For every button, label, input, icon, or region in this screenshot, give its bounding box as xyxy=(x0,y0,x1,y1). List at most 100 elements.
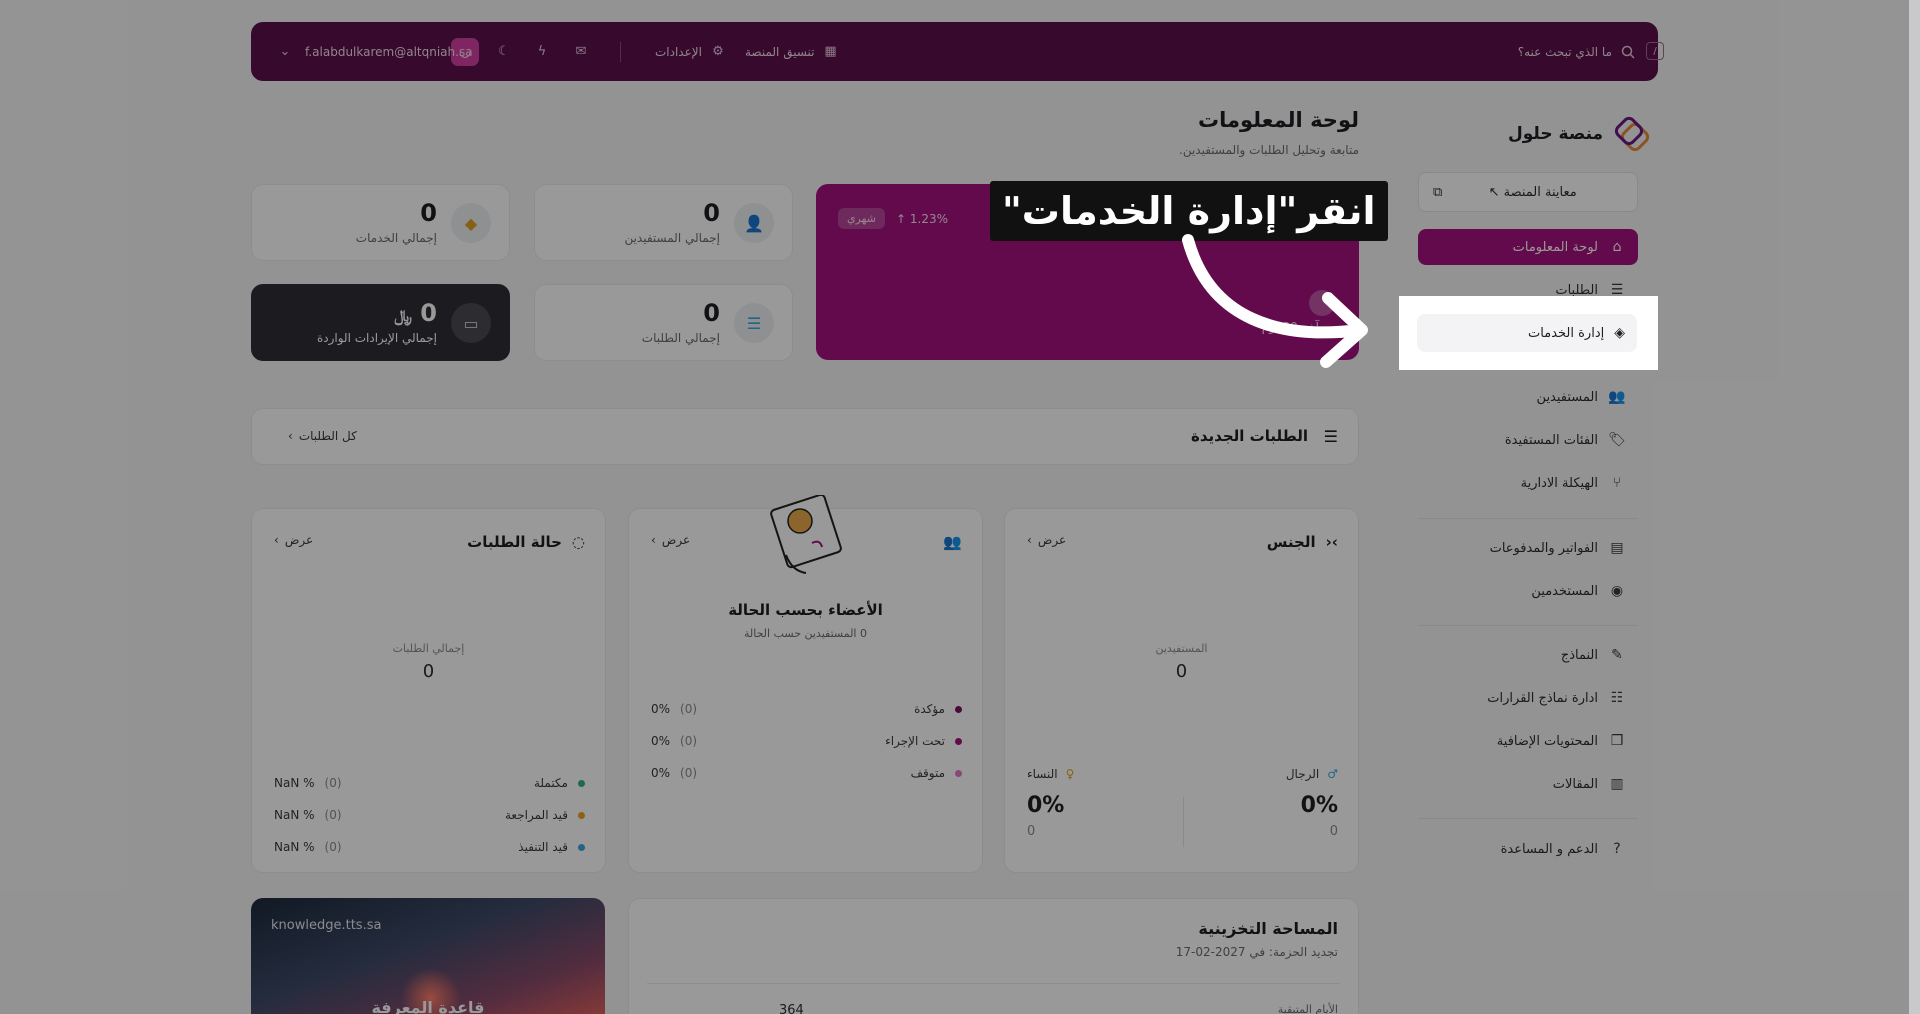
chevron-left-icon: › xyxy=(288,429,293,443)
empty-state-illustration xyxy=(770,495,842,574)
user-circle-icon: ◉ xyxy=(1610,583,1624,599)
legend-percent: NaN % xyxy=(274,776,315,790)
legend-count: (0) xyxy=(324,776,342,790)
view-button[interactable]: عرض › xyxy=(274,533,313,547)
sidebar-item-invoices[interactable]: ▤ الفواتير والمدفوعات xyxy=(1418,530,1638,566)
preview-platform-button[interactable]: معاينة المنصة ↖ ⧉ xyxy=(1418,172,1638,212)
highlight-box: ◈ إدارة الخدمات xyxy=(1399,296,1658,370)
storage-card: المساحة التخزينية تجديد الحزمة: في 2027-… xyxy=(628,898,1359,1014)
legend-label: تحت الإجراء xyxy=(885,734,945,748)
members-subtitle: 0 المستفيدين حسب الحالة xyxy=(743,627,867,640)
sidebar-item-label: الفئات المستفيدة xyxy=(1504,432,1598,448)
brand-logo-icon xyxy=(1612,114,1653,154)
dark-mode-button[interactable]: ☾ xyxy=(496,22,512,81)
sidebar-item-beneficiaries[interactable]: 👥 المستفيدين xyxy=(1418,379,1638,415)
inbox-button[interactable]: ✉ xyxy=(573,22,589,81)
sidebar-item-label: الفواتير والمدفوعات xyxy=(1489,540,1598,556)
user-email[interactable]: f.alabdulkarem@altqniah.sa xyxy=(305,22,473,81)
moon-icon: ☾ xyxy=(498,44,510,59)
sidebar-item-label: المقالات xyxy=(1552,776,1598,792)
gear-icon: ⚙ xyxy=(712,44,724,59)
legend-label: مكتملة xyxy=(533,776,568,790)
legend-count: (0) xyxy=(324,808,342,822)
sidebar-item-label: الهيكلة الادارية xyxy=(1520,475,1598,491)
users-icon: 👥 xyxy=(1608,389,1626,405)
stat-label: إجمالي الطلبات xyxy=(641,331,720,345)
legend-row: تحت الإجراء (0) 0% xyxy=(651,731,962,751)
page-title: لوحة المعلومات xyxy=(1198,108,1359,132)
stat-label: إجمالي المستفيدين xyxy=(624,231,720,245)
gender-title: الجنس xyxy=(1266,533,1316,551)
chevron-down-icon[interactable]: ⌄ xyxy=(277,22,293,81)
sidebar-item-label: لوحة المعلومات xyxy=(1512,239,1598,255)
sidebar-item-articles[interactable]: ▥ المقالات xyxy=(1418,766,1638,802)
gender-caption: المستفيدين xyxy=(1155,642,1208,655)
legend-row: مؤكدة (0) 0% xyxy=(651,699,962,719)
gender-split: ♂ الرجال 0% 0 ♀ النساء 0% 0 xyxy=(1027,767,1338,857)
search-box[interactable]: ما الذي تبحث عنه؟ xyxy=(1518,22,1636,81)
male-icon: ♂ xyxy=(1327,767,1338,781)
stat-beneficiaries: 👤 0 إجمالي المستفيدين xyxy=(534,184,793,261)
stat-revenue: ▭ 0 ﷼ إجمالي الإيرادات الواردة xyxy=(251,284,510,361)
sidebar-item-forms[interactable]: ✎ النماذج xyxy=(1418,637,1638,673)
legend-count: (0) xyxy=(680,766,698,780)
knowledge-base-card[interactable]: knowledge.tts.sa قاعدة المعرفة xyxy=(251,898,605,1014)
all-requests-link[interactable]: كل الطلبات › xyxy=(288,429,357,443)
legend-count: (0) xyxy=(680,702,698,716)
women-percent: 0% xyxy=(1027,793,1065,818)
sidebar-item-dashboard[interactable]: ⌂ لوحة المعلومات xyxy=(1418,229,1638,265)
lightning-button[interactable]: ϟ xyxy=(534,22,550,81)
members-title: الأعضاء بحسب الحالة xyxy=(728,601,883,619)
list-icon: ☷ xyxy=(1610,690,1624,706)
sidebar-item-users[interactable]: ◉ المستخدمين xyxy=(1418,573,1638,609)
sidebar-item-decision-templates[interactable]: ☷ ادارة نماذج القرارات xyxy=(1418,680,1638,716)
platform-format-label: تنسيق المنصة xyxy=(745,44,815,59)
search-icon xyxy=(1620,44,1636,60)
request-status-total: 0 xyxy=(422,661,435,682)
sidebar-item-extra-content[interactable]: ❒ المحتويات الإضافية xyxy=(1418,723,1638,759)
gender-panel: ›‹ الجنس عرض › المستفيدين 0 ♂ الرجال 0% 0 … xyxy=(1004,508,1359,873)
article-icon: ▥ xyxy=(1610,776,1624,792)
sidebar-item-help[interactable]: ? الدعم و المساعدة xyxy=(1418,831,1638,867)
sidebar-item-beneficiary-groups[interactable]: 🏷 الفئات المستفيدة xyxy=(1418,422,1638,458)
sidebar-item-label: المستفيدين xyxy=(1536,389,1598,405)
legend-label: قيد التنفيذ xyxy=(518,840,568,854)
remaining-days-value: 364 xyxy=(779,1003,804,1014)
men-count: 0 xyxy=(1329,824,1338,839)
members-panel: 👥 عرض › الأعضاء بحسب الحالة 0 المستفيدين … xyxy=(628,495,983,873)
layout-icon: ▦ xyxy=(824,44,837,59)
home-icon: ⌂ xyxy=(1612,239,1622,255)
sidebar-divider xyxy=(1418,818,1638,819)
hierarchy-icon: ⑂ xyxy=(1612,475,1622,491)
platform-format-button[interactable]: تنسيق المنصة ▦ xyxy=(745,22,839,81)
legend-percent: NaN % xyxy=(274,840,315,854)
view-button[interactable]: عرض › xyxy=(651,533,690,547)
box-icon: ◆ xyxy=(451,203,491,243)
settings-button[interactable]: الإعدادات ⚙ xyxy=(655,22,726,81)
chevron-left-icon: › xyxy=(651,533,656,547)
chevron-left-icon: › xyxy=(1027,533,1032,547)
period-badge[interactable]: شهري xyxy=(838,208,885,229)
search-input[interactable]: ما الذي تبحث عنه؟ xyxy=(1518,45,1612,59)
page-subtitle: متابعة وتحليل الطلبات والمستفيدين. xyxy=(1179,143,1359,157)
top-bar: ما الذي تبحث عنه؟ / تنسيق المنصة ▦ الإعد… xyxy=(251,22,1664,81)
view-button[interactable]: عرض › xyxy=(1027,533,1066,547)
users-icon: 👥 xyxy=(943,533,962,551)
currency-icon: ﷼ xyxy=(394,306,412,325)
stat-value: 0 ﷼ xyxy=(394,299,437,327)
new-requests-title: الطلبات الجديدة xyxy=(1191,427,1308,445)
female-icon: ♀ xyxy=(1065,767,1075,781)
legend-count: (0) xyxy=(324,840,342,854)
sidebar-item-label: النماذج xyxy=(1560,647,1598,663)
storage-renewal: تجديد الحزمة: في 2027-02-17 xyxy=(1175,945,1338,959)
scrollbar[interactable] xyxy=(1909,0,1920,1014)
knowledge-url: knowledge.tts.sa xyxy=(271,918,382,933)
sidebar-item-services-management[interactable]: ◈ إدارة الخدمات xyxy=(1417,314,1637,352)
inbox-icon: ☰ xyxy=(1323,427,1338,446)
sidebar-divider xyxy=(1418,625,1638,626)
sidebar-item-label: إدارة الخدمات xyxy=(1528,325,1605,341)
copy-icon[interactable]: ⧉ xyxy=(1433,185,1442,200)
sidebar-item-structure[interactable]: ⑂ الهيكلة الادارية xyxy=(1418,465,1638,501)
legend-row: مكتملة (0) NaN % xyxy=(274,773,585,793)
stat-label: إجمالي الخدمات xyxy=(355,231,437,245)
